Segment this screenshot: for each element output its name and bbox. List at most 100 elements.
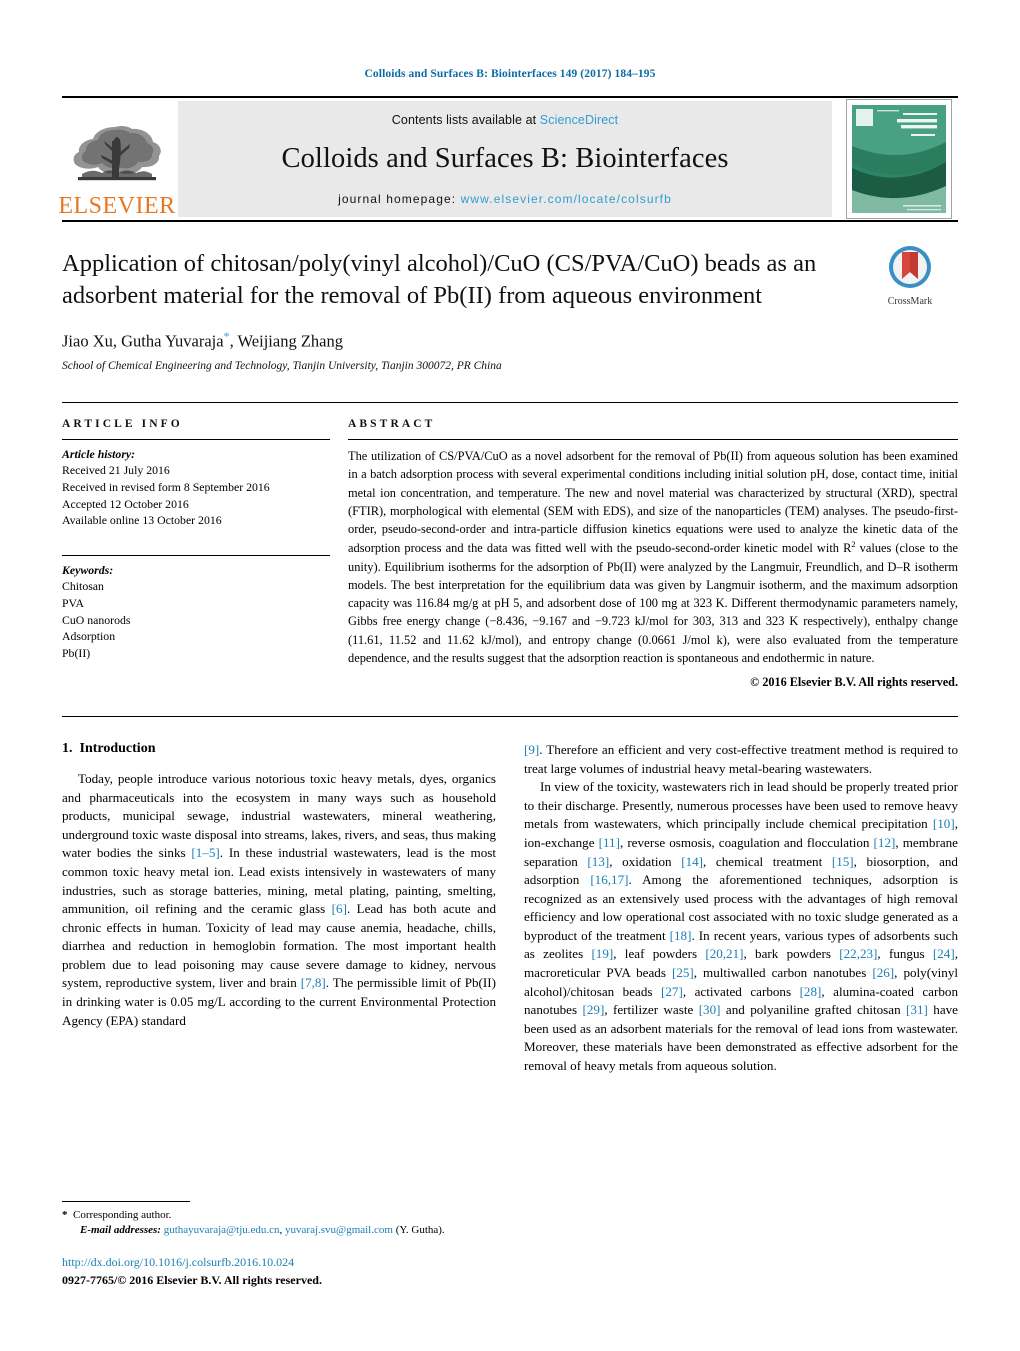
citation-28[interactable]: [28] (800, 984, 822, 999)
section-number: 1. (62, 741, 73, 757)
citation-26[interactable]: [26] (872, 965, 894, 980)
citation-29[interactable]: [29] (583, 1002, 605, 1017)
citation-9[interactable]: [9] (524, 742, 539, 757)
email-link-2[interactable]: yuvaraj.svu@gmail.com (285, 1224, 393, 1236)
elsevier-wordmark: ELSEVIER (58, 193, 176, 219)
info-abstract-region: ARTICLE INFO Article history: Received 2… (62, 402, 958, 690)
intro-paragraph-1-continued: [9]. Therefore an efficient and very cos… (524, 741, 958, 778)
keyword-pva: PVA (62, 595, 85, 610)
journal-cover-image (846, 99, 952, 219)
email-label: E-mail addresses: (80, 1224, 161, 1237)
intro-p2-a: In view of the toxicity, wastewaters ric… (524, 779, 958, 832)
intro-paragraph-2: In view of the toxicity, wastewaters ric… (524, 778, 958, 1075)
intro-p1-e: . Therefore an efficient and very cost-e… (524, 742, 958, 776)
title-block: Application of chitosan/poly(vinyl alcoh… (62, 222, 958, 372)
citation-15[interactable]: [15] (832, 854, 854, 869)
elsevier-logo: ELSEVIER (58, 98, 175, 220)
masthead-center: Contents lists available at ScienceDirec… (178, 101, 832, 217)
author-list: Jiao Xu, Gutha Yuvaraja*, Weijiang Zhang (62, 329, 958, 352)
keywords-label: Keywords: (62, 563, 114, 578)
abstract-copyright: © 2016 Elsevier B.V. All rights reserved… (750, 675, 958, 690)
citation-6[interactable]: [6] (332, 901, 347, 916)
cover-art (847, 100, 951, 218)
crossmark-badge[interactable]: CrossMark (862, 244, 958, 307)
intro-p2-s: and polyaniline grafted chitosan (720, 1002, 907, 1018)
intro-p2-e: , oxidation (609, 853, 682, 869)
article-page: Colloids and Surfaces B: Biointerfaces 1… (0, 0, 1020, 1351)
body-columns: 1. Introduction Today, people introduce … (62, 741, 958, 1075)
citation-14[interactable]: [14] (681, 854, 703, 869)
article-info-column: ARTICLE INFO Article history: Received 2… (62, 418, 330, 690)
journal-cover-thumbnail (840, 98, 958, 220)
sciencedirect-link[interactable]: ScienceDirect (540, 113, 618, 127)
intro-p2-l: , fungus (877, 946, 933, 962)
history-received: Received 21 July 2016 (62, 463, 170, 478)
citation-30[interactable]: [30] (699, 1002, 721, 1017)
journal-homepage-line: journal homepage: www.elsevier.com/locat… (338, 192, 672, 206)
citation-31[interactable]: [31] (906, 1002, 928, 1017)
abstract-rule (348, 439, 958, 441)
keyword-pb2: Pb(II) (62, 646, 91, 661)
abstract-text: The utilization of CS/PVA/CuO as a novel… (348, 447, 958, 667)
history-online: Available online 13 October 2016 (62, 513, 222, 528)
elsevier-tree-icon (73, 125, 161, 181)
page-title: Application of chitosan/poly(vinyl alcoh… (62, 250, 817, 309)
contents-prefix: Contents lists available at (391, 113, 540, 127)
article-history-label: Article history: (62, 447, 136, 462)
body-column-right: [9]. Therefore an efficient and very cos… (524, 741, 958, 1075)
intro-p2-k: , bark powders (743, 946, 840, 962)
journal-masthead: ELSEVIER Contents lists available at Sci… (58, 96, 958, 220)
citation-12[interactable]: [12] (874, 835, 896, 850)
citation-25[interactable]: [25] (672, 965, 694, 980)
intro-p2-n: , multiwalled carbon nanotubes (693, 965, 873, 981)
keyword-adsorption: Adsorption (62, 629, 116, 644)
citation-27[interactable]: [27] (661, 984, 683, 999)
citation-20-21[interactable]: [20,21] (705, 946, 743, 961)
journal-title: Colloids and Surfaces B: Biointerfaces (281, 143, 729, 175)
intro-p2-f: , chemical treatment (703, 853, 832, 869)
email-link-1[interactable]: guthayuvaraja@tju.edu.cn (164, 1224, 280, 1236)
journal-homepage-link[interactable]: www.elsevier.com/locate/colsurfb (461, 192, 672, 206)
citation-11[interactable]: [11] (599, 835, 620, 850)
crossmark-icon (889, 246, 931, 288)
intro-p2-p: , activated carbons (682, 983, 800, 999)
intro-p2-r: , fertilizer waste (604, 1002, 699, 1018)
citation-16-17[interactable]: [16,17] (590, 872, 628, 887)
issn-copyright-line: 0927-7765/© 2016 Elsevier B.V. All right… (62, 1273, 322, 1288)
citation-22-23[interactable]: [22,23] (839, 946, 877, 961)
authors-text-tail: , Weijiang Zhang (229, 331, 343, 351)
contents-available-line: Contents lists available at ScienceDirec… (392, 113, 618, 127)
intro-paragraph-1: Today, people introduce various notoriou… (62, 770, 496, 1030)
running-head: Colloids and Surfaces B: Biointerfaces 1… (364, 68, 656, 80)
keyword-cuo-nanorods: CuO nanorods (62, 612, 131, 627)
abstract-bottom-rule (62, 716, 958, 718)
footnote-rule (62, 1200, 190, 1202)
citation-1-5[interactable]: [1–5] (191, 845, 219, 860)
keywords-rule (62, 555, 330, 557)
authors-text: Jiao Xu, Gutha Yuvaraja (62, 331, 224, 351)
keyword-chitosan: Chitosan (62, 579, 104, 594)
citation-13[interactable]: [13] (587, 854, 609, 869)
citation-18[interactable]: [18] (670, 928, 692, 943)
abstract-part-1: The utilization of CS/PVA/CuO as a novel… (348, 449, 958, 556)
corresponding-author-note: * Corresponding author. (62, 1208, 502, 1223)
email-note: E-mail addresses: guthayuvaraja@tju.edu.… (62, 1223, 502, 1238)
history-accepted: Accepted 12 October 2016 (62, 496, 189, 511)
abstract-column: ABSTRACT The utilization of CS/PVA/CuO a… (348, 418, 958, 690)
page-footnote: * Corresponding author. E-mail addresses… (62, 1200, 502, 1289)
article-info-rule (62, 439, 330, 441)
doi-link[interactable]: http://dx.doi.org/10.1016/j.colsurfb.201… (62, 1254, 502, 1271)
citation-7-8[interactable]: [7,8] (301, 975, 326, 990)
citation-24[interactable]: [24] (933, 946, 955, 961)
homepage-prefix: journal homepage: (338, 192, 461, 206)
citation-10[interactable]: [10] (933, 816, 955, 831)
doi-block: http://dx.doi.org/10.1016/j.colsurfb.201… (62, 1254, 502, 1289)
citation-19[interactable]: [19] (591, 946, 613, 961)
crossmark-label: CrossMark (887, 296, 933, 307)
corresponding-author-text: Corresponding author. (73, 1208, 172, 1221)
abstract-part-2: values (close to the unity). Equilibrium… (348, 541, 958, 665)
body-column-left: 1. Introduction Today, people introduce … (62, 741, 496, 1075)
section-title-introduction: 1. Introduction (62, 741, 496, 757)
intro-p2-j: , leaf powders (613, 946, 706, 962)
